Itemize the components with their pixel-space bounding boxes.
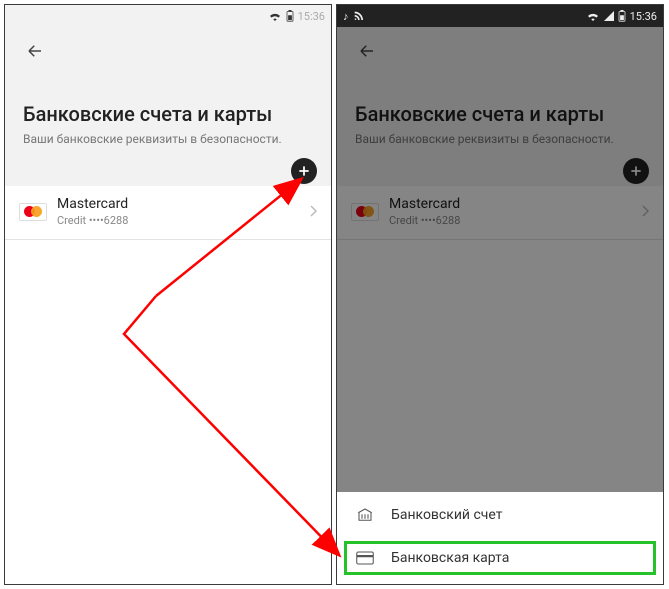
- card-name: Mastercard: [57, 196, 299, 212]
- battery-icon: [618, 10, 626, 22]
- sheet-option-label: Банковский счет: [391, 507, 502, 523]
- card-detail: Credit ••••6288: [57, 214, 299, 227]
- music-icon: ♪: [343, 10, 349, 23]
- page-title: Банковские счета и карты: [23, 102, 313, 126]
- wifi-icon: [268, 11, 282, 21]
- mastercard-icon: [19, 203, 47, 221]
- signal-icon: [604, 11, 614, 21]
- sheet-option-card[interactable]: Банковская карта: [341, 538, 659, 578]
- sheet-option-account[interactable]: Банковский счет: [337, 492, 663, 538]
- add-row: [5, 160, 331, 186]
- wifi-icon: [586, 11, 600, 21]
- rss-icon: [353, 10, 363, 23]
- battery-icon: [286, 10, 294, 22]
- status-time: 15:36: [298, 10, 325, 23]
- bottom-sheet: Банковский счет Банковская карта: [337, 492, 663, 584]
- page-subtitle: Ваши банковские реквизиты в безопасности…: [23, 132, 313, 146]
- card-item[interactable]: Mastercard Credit ••••6288: [5, 186, 331, 240]
- screen-before: 15:36 Банковские счета и карты Ваши банк…: [4, 4, 332, 585]
- chevron-right-icon: [309, 202, 317, 221]
- status-time: 15:36: [630, 10, 657, 23]
- sheet-option-label: Банковская карта: [391, 550, 509, 566]
- status-bar: ♪ 15:36: [337, 5, 663, 27]
- screen-after: ♪ 15:36 Банковские счета и карты Ваши ба…: [336, 4, 664, 585]
- add-button[interactable]: [291, 158, 317, 184]
- back-button[interactable]: [23, 39, 47, 63]
- bank-icon: [355, 506, 375, 524]
- card-icon: [355, 551, 375, 565]
- status-bar: 15:36: [5, 5, 331, 27]
- header: Банковские счета и карты Ваши банковские…: [5, 27, 331, 160]
